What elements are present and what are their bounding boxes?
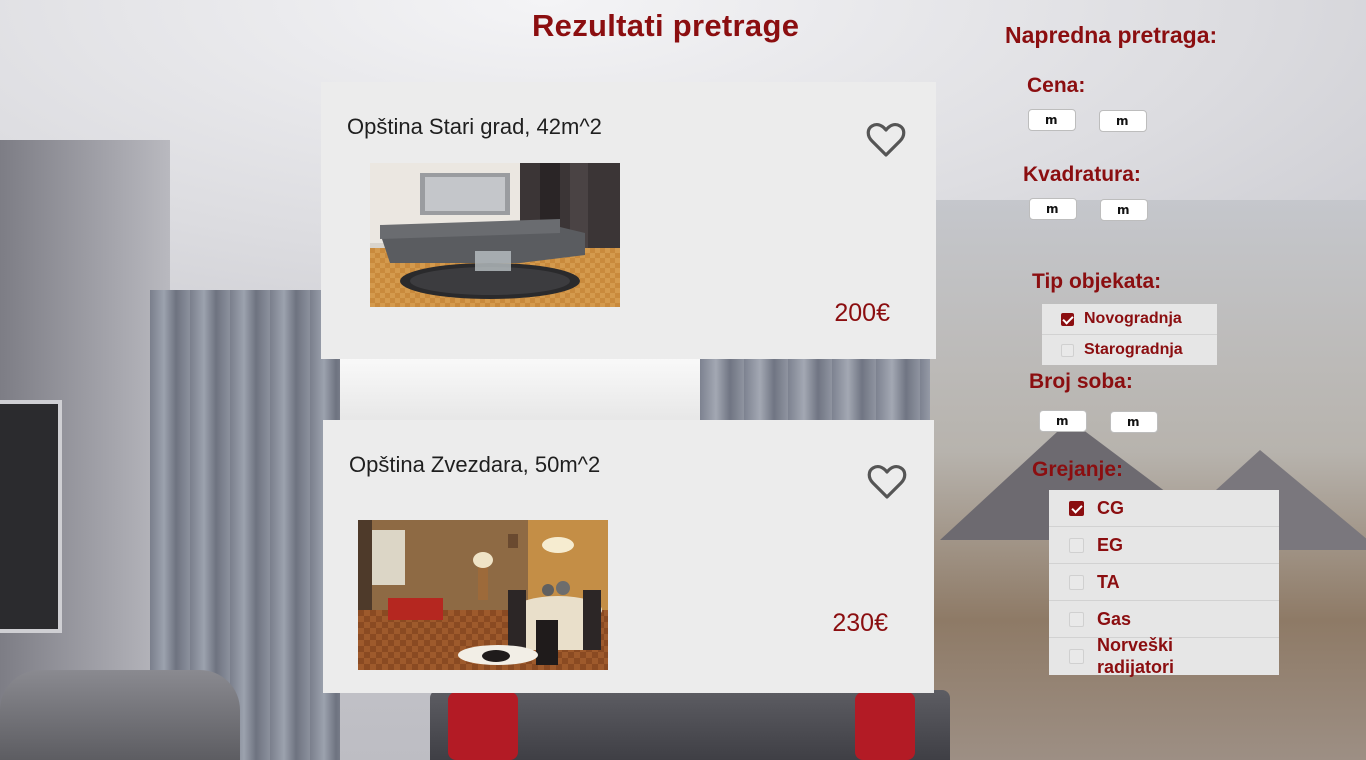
- price-min-input[interactable]: m: [1028, 109, 1076, 131]
- advanced-search-title: Napredna pretraga:: [1005, 22, 1218, 48]
- checkbox-checked[interactable]: [1069, 500, 1084, 516]
- heating-option[interactable]: CG: [1049, 490, 1279, 527]
- property-type-list: Novogradnja Starogradnja: [1042, 304, 1217, 365]
- listing-title[interactable]: Opština Zvezdara, 50m^2: [349, 452, 600, 478]
- page-title: Rezultati pretrage: [532, 8, 800, 43]
- option-label: Starogradnja: [1084, 341, 1183, 358]
- price-label: Cena:: [1027, 74, 1086, 97]
- rooms-label: Broj soba:: [1029, 370, 1133, 393]
- option-label: Novogradnja: [1084, 310, 1182, 327]
- property-type-option[interactable]: Novogradnja: [1042, 304, 1217, 335]
- checkbox-unchecked[interactable]: [1069, 649, 1084, 664]
- checkbox-unchecked[interactable]: [1069, 537, 1084, 553]
- area-label: Kvadratura:: [1023, 163, 1141, 186]
- heating-option[interactable]: TA: [1049, 564, 1279, 601]
- area-min-input[interactable]: m: [1029, 198, 1077, 220]
- property-type-label: Tip objekata:: [1032, 270, 1162, 293]
- favorite-heart-icon[interactable]: [867, 464, 907, 500]
- option-label: Gas: [1097, 608, 1132, 629]
- rooms-max-input[interactable]: m: [1110, 411, 1158, 433]
- listing-price: 230€: [832, 609, 888, 637]
- listing-title[interactable]: Opština Stari grad, 42m^2: [347, 114, 602, 140]
- checkbox-unchecked[interactable]: [1069, 574, 1084, 590]
- listing-price: 200€: [834, 299, 890, 327]
- checkbox-unchecked[interactable]: [1061, 343, 1074, 357]
- favorite-heart-icon[interactable]: [866, 122, 906, 158]
- heating-list: CG EG TA Gas Norveški radijatori: [1049, 490, 1279, 677]
- listing-card[interactable]: Opština Zvezdara, 50m^2 230€: [323, 420, 934, 693]
- option-label: TA: [1097, 571, 1120, 592]
- heating-option[interactable]: Norveški radijatori: [1049, 634, 1279, 677]
- property-type-option[interactable]: Starogradnja: [1042, 335, 1217, 365]
- checkbox-unchecked[interactable]: [1069, 611, 1084, 627]
- heating-option[interactable]: Gas: [1049, 601, 1279, 638]
- heating-option[interactable]: EG: [1049, 527, 1279, 564]
- listing-photo[interactable]: [358, 520, 608, 670]
- option-label: CG: [1097, 497, 1124, 518]
- checkbox-checked[interactable]: [1061, 312, 1074, 326]
- option-label: Norveški radijatori: [1097, 634, 1175, 677]
- rooms-min-input[interactable]: m: [1039, 410, 1087, 432]
- listing-card[interactable]: Opština Stari grad, 42m^2 200€: [321, 82, 936, 359]
- area-max-input[interactable]: m: [1100, 199, 1148, 221]
- price-max-input[interactable]: m: [1099, 110, 1147, 132]
- heating-label: Grejanje:: [1032, 458, 1124, 481]
- option-label: EG: [1097, 534, 1124, 555]
- listing-photo[interactable]: [370, 163, 620, 307]
